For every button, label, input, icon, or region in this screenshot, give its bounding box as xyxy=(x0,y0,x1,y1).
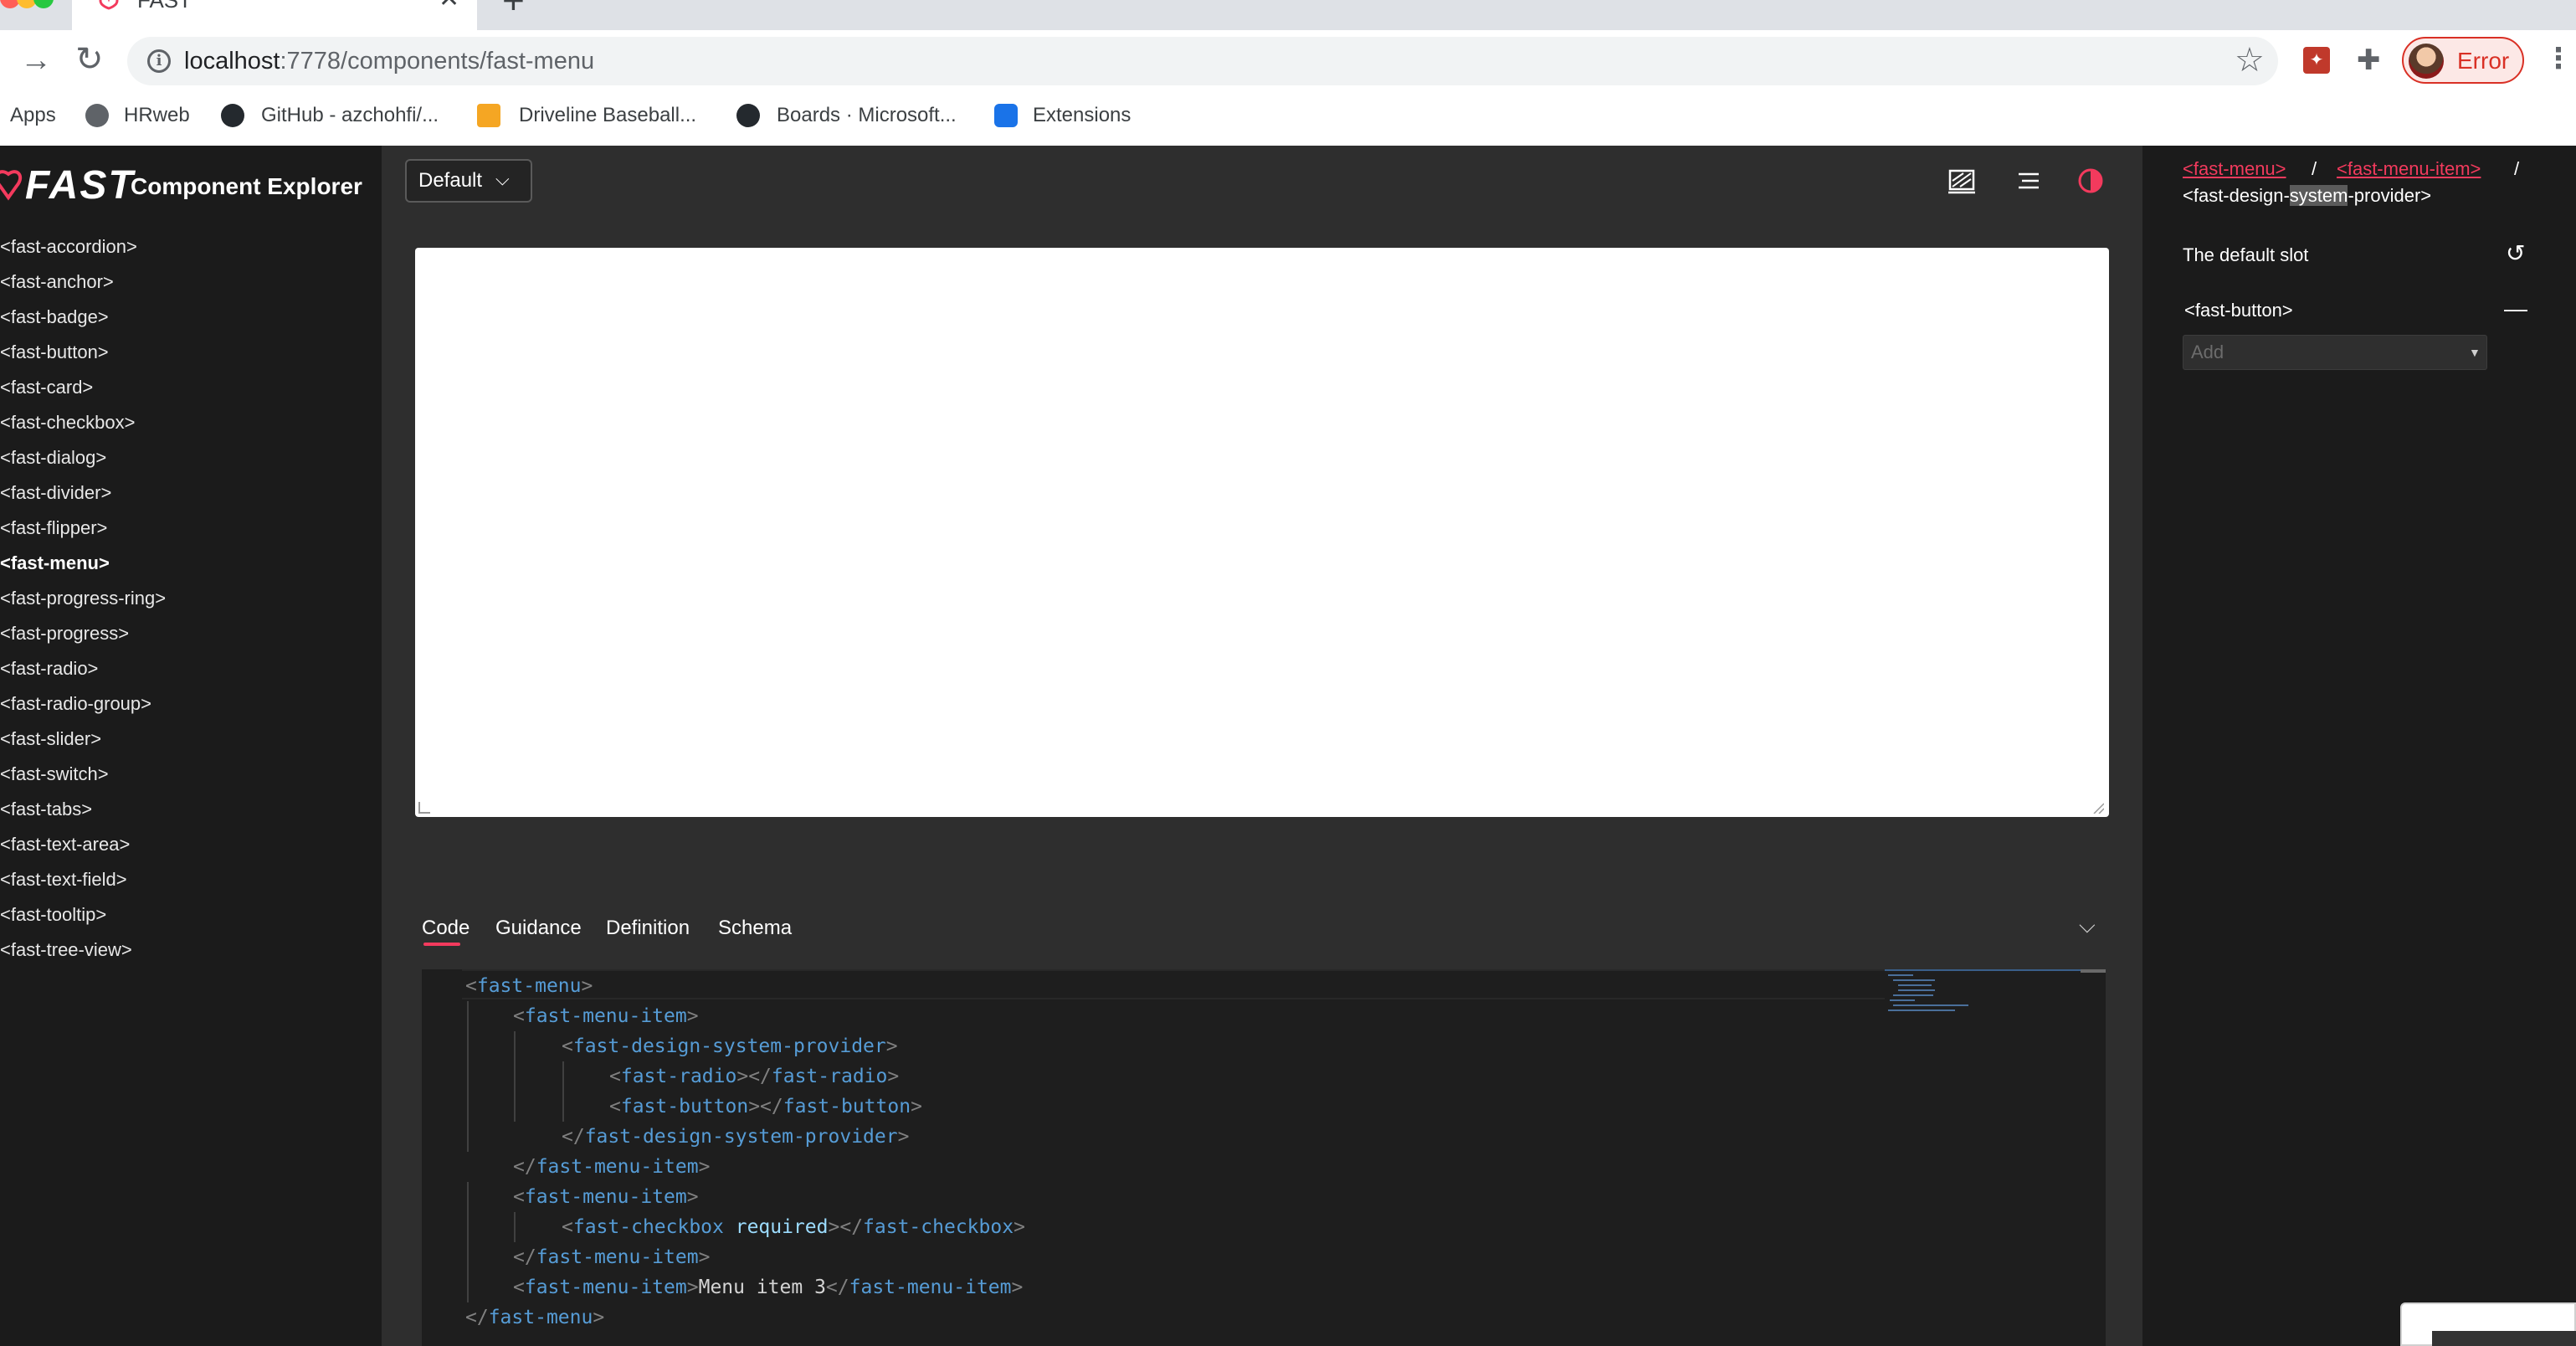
new-tab-icon[interactable]: + xyxy=(502,0,525,19)
bookmark-extensions[interactable]: Extensions xyxy=(1033,102,1131,129)
active-tab-indicator xyxy=(423,943,460,946)
default-slot-label: The default slot xyxy=(2183,244,2309,265)
nav-item-tooltip[interactable]: <fast-tooltip> xyxy=(0,901,382,936)
tab-code[interactable]: Code xyxy=(422,914,470,943)
tab-schema[interactable]: Schema xyxy=(718,914,792,943)
profile-status-label: Error xyxy=(2457,48,2510,74)
browser-menu-icon[interactable]: ⋮ xyxy=(2544,42,2573,75)
code-line: <fast-menu> xyxy=(465,975,593,997)
code-line: <fast-button></fast-button> xyxy=(609,1096,922,1117)
bookmark-driveline[interactable]: Driveline Baseball... xyxy=(519,102,696,129)
nav-item-flipper[interactable]: <fast-flipper> xyxy=(0,514,382,549)
nav-item-tabs[interactable]: <fast-tabs> xyxy=(0,795,382,830)
breadcrumb-separator: / xyxy=(2514,158,2520,179)
extensions-puzzle-icon xyxy=(994,104,1018,127)
nav-item-slider[interactable]: <fast-slider> xyxy=(0,725,382,760)
editor-gutter xyxy=(422,969,462,1346)
github-icon xyxy=(221,104,244,127)
code-line: <fast-menu-item> xyxy=(513,1005,699,1027)
code-line: </fast-menu-item> xyxy=(513,1246,711,1268)
site-info-icon[interactable]: i xyxy=(147,49,171,73)
nav-item-card[interactable]: <fast-card> xyxy=(0,373,382,408)
code-line: <fast-radio></fast-radio> xyxy=(609,1066,900,1087)
fast-logo-icon xyxy=(0,170,23,201)
nav-item-divider[interactable]: <fast-divider> xyxy=(0,479,382,514)
forward-icon[interactable]: → xyxy=(20,44,52,77)
add-child-select[interactable] xyxy=(2183,335,2487,370)
nav-item-text-field[interactable]: <fast-text-field> xyxy=(0,866,382,901)
editor-scrollbar[interactable] xyxy=(2081,969,2106,973)
reset-icon[interactable]: ↺ xyxy=(2506,239,2525,268)
code-line: </fast-menu-item> xyxy=(513,1156,711,1178)
bookmark-star-icon[interactable]: ☆ xyxy=(2235,42,2265,79)
extension-icon[interactable]: ✦ xyxy=(2303,47,2330,74)
theme-select-value: Default xyxy=(418,169,483,192)
bookmark-boards[interactable]: Boards · Microsoft... xyxy=(777,102,957,129)
direction-toggle-icon[interactable] xyxy=(2012,164,2045,198)
breadcrumb-separator: / xyxy=(2312,158,2317,179)
properties-panel xyxy=(2142,146,2576,1346)
nav-item-radio-group[interactable]: <fast-radio-group> xyxy=(0,690,382,725)
driveline-icon xyxy=(477,104,500,127)
chevron-down-icon: ⌵ xyxy=(495,168,510,189)
nav-item-badge[interactable]: <fast-badge> xyxy=(0,303,382,338)
transparency-toggle-icon[interactable] xyxy=(1945,164,1978,198)
nav-item-button[interactable]: <fast-button> xyxy=(0,338,382,373)
code-line: </fast-design-system-provider> xyxy=(562,1126,910,1148)
code-line: <fast-menu-item> xyxy=(513,1186,699,1208)
extensions-puzzle-icon[interactable]: ✚ xyxy=(2357,44,2381,77)
logo-text: FAST xyxy=(25,163,135,208)
nav-item-text-area[interactable]: <fast-text-area> xyxy=(0,830,382,866)
code-content: <fast-menu> <fast-menu-item> <fast-desig… xyxy=(465,971,1025,1333)
fast-logo-icon xyxy=(99,0,119,10)
slot-child-item[interactable]: <fast-button> xyxy=(2184,296,2293,325)
component-nav: <fast-accordion> <fast-anchor> <fast-bad… xyxy=(0,233,382,971)
nav-item-switch[interactable]: <fast-switch> xyxy=(0,760,382,795)
nav-item-anchor[interactable]: <fast-anchor> xyxy=(0,268,382,303)
breadcrumb-fast-menu-item[interactable]: <fast-menu-item> xyxy=(2337,156,2481,182)
browser-tab[interactable] xyxy=(72,0,477,30)
breadcrumb-current: <fast-design-system-provider> xyxy=(2183,185,2432,206)
bookmark-apps[interactable]: Apps xyxy=(10,102,56,129)
nav-item-dialog[interactable]: <fast-dialog> xyxy=(0,444,382,479)
tab-title: FAST xyxy=(137,0,192,13)
tab-definition[interactable]: Definition xyxy=(606,914,690,943)
thumbnail-preview xyxy=(2432,1331,2576,1346)
globe-icon xyxy=(85,104,109,127)
github-icon xyxy=(736,104,760,127)
remove-icon[interactable]: — xyxy=(2504,295,2527,323)
component-preview[interactable] xyxy=(415,248,2109,817)
code-line: <fast-design-system-provider> xyxy=(562,1035,898,1057)
resize-handle[interactable] xyxy=(2092,802,2104,814)
nav-item-radio[interactable]: <fast-radio> xyxy=(0,655,382,690)
bookmark-hrweb[interactable]: HRweb xyxy=(124,102,190,129)
caret-down-icon: ▼ xyxy=(2469,346,2481,359)
avatar xyxy=(2409,44,2444,79)
theme-toggle-icon[interactable] xyxy=(2074,164,2107,198)
nav-item-menu[interactable]: <fast-menu> xyxy=(0,549,382,584)
reload-icon[interactable]: ↻ xyxy=(75,42,104,77)
breadcrumb-fast-menu[interactable]: <fast-menu> xyxy=(2183,156,2286,182)
editor-minimap[interactable] xyxy=(1885,969,2106,1020)
code-line: <fast-menu-item>Menu item 3</fast-menu-i… xyxy=(513,1277,1024,1298)
nav-item-progress[interactable]: <fast-progress> xyxy=(0,619,382,655)
url-text[interactable]: localhost:7778/components/fast-menu xyxy=(184,46,594,76)
collapse-chevron-icon[interactable]: ⌵ xyxy=(2079,912,2096,938)
nav-item-accordion[interactable]: <fast-accordion> xyxy=(0,233,382,268)
nav-item-progress-ring[interactable]: <fast-progress-ring> xyxy=(0,584,382,619)
app-title: Component Explorer xyxy=(131,173,362,199)
nav-item-tree-view[interactable]: <fast-tree-view> xyxy=(0,936,382,971)
code-line: <fast-checkbox required></fast-checkbox> xyxy=(562,1216,1025,1238)
resize-handle[interactable] xyxy=(418,802,430,814)
nav-item-checkbox[interactable]: <fast-checkbox> xyxy=(0,408,382,444)
close-tab-icon[interactable]: ✕ xyxy=(439,0,459,12)
bookmark-github[interactable]: GitHub - azchohfi/... xyxy=(261,102,439,129)
add-child-placeholder: Add xyxy=(2191,342,2224,362)
code-line: </fast-menu> xyxy=(465,1307,605,1328)
tab-guidance[interactable]: Guidance xyxy=(495,914,582,943)
